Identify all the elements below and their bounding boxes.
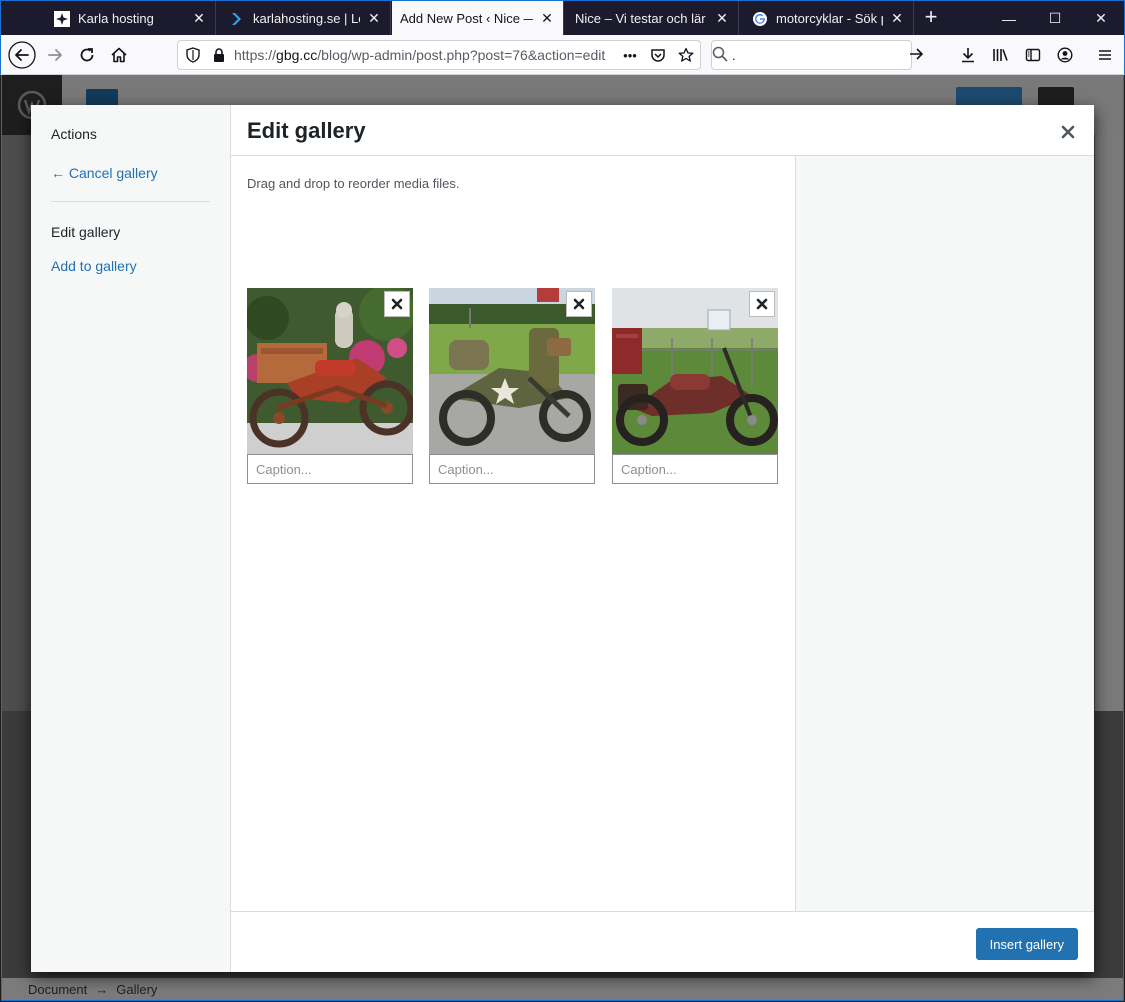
- reorder-instructions: Drag and drop to reorder media files.: [247, 176, 460, 191]
- insert-gallery-button[interactable]: Insert gallery: [975, 928, 1078, 960]
- close-icon[interactable]: ✕: [366, 10, 382, 27]
- downloads-icon[interactable]: [952, 39, 984, 71]
- remove-attachment-close-icon[interactable]: [750, 292, 774, 316]
- tab-title: Add New Post ‹ Nice — WordPress: [400, 11, 533, 26]
- menu-separator: [51, 201, 210, 202]
- close-icon[interactable]: ✕: [191, 10, 207, 27]
- breadcrumb-gallery[interactable]: Gallery: [116, 982, 157, 997]
- url-host: gbg.cc: [276, 47, 318, 63]
- browser-nav-bar: https://gbg.cc/blog/wp-admin/post.php?po…: [0, 35, 1125, 75]
- pocket-icon[interactable]: [644, 47, 672, 63]
- browser-tab-bar: Karla hosting ✕ karlahosting.se | Login …: [0, 0, 1125, 36]
- media-menu: Actions ← Cancel gallery Edit gallery Ad…: [31, 105, 231, 972]
- search-input[interactable]: [732, 47, 908, 63]
- url-text[interactable]: https://gbg.cc/blog/wp-admin/post.php?po…: [234, 47, 616, 63]
- remove-attachment-close-icon[interactable]: [567, 292, 591, 316]
- karla-favicon-icon: [54, 10, 70, 27]
- gallery-attachment[interactable]: [612, 288, 778, 485]
- tab-title: karlahosting.se | Login: [253, 11, 360, 26]
- tab-google-search[interactable]: motorcyklar - Sök på Google ✕: [740, 1, 914, 36]
- close-icon[interactable]: ✕: [714, 10, 730, 27]
- url-bar[interactable]: https://gbg.cc/blog/wp-admin/post.php?po…: [177, 40, 701, 70]
- more-actions-icon[interactable]: •••: [616, 48, 644, 63]
- search-icon: [712, 46, 728, 65]
- search-go-arrow-icon[interactable]: [908, 46, 924, 65]
- modal-title: Edit gallery: [247, 118, 366, 143]
- tab-nice-vi-testar[interactable]: Nice – Vi testar och lär oss ✕: [565, 1, 739, 36]
- gallery-content: Drag and drop to reorder media files.: [231, 156, 795, 911]
- new-tab-icon[interactable]: +: [919, 6, 943, 30]
- close-icon[interactable]: ✕: [539, 10, 555, 27]
- gallery-attachment[interactable]: [429, 288, 595, 485]
- caption-input[interactable]: [429, 454, 595, 484]
- tab-add-new-post[interactable]: Add New Post ‹ Nice — WordPress ✕: [392, 1, 564, 36]
- close-icon[interactable]: [1053, 117, 1083, 147]
- modal-toolbar: Insert gallery: [231, 911, 1094, 972]
- url-path: /blog/wp-admin/post.php?post=76&action=e…: [317, 47, 606, 63]
- gallery-attachment[interactable]: [247, 288, 413, 485]
- gallery-settings-sidebar: [795, 156, 1094, 911]
- url-prefix: https://: [234, 47, 277, 63]
- tab-karlahosting-login[interactable]: karlahosting.se | Login ✕: [217, 1, 391, 36]
- chevron-favicon-icon: [229, 11, 245, 27]
- hamburger-menu-icon[interactable]: [1089, 39, 1121, 71]
- google-favicon-icon: [752, 11, 768, 27]
- forward-icon[interactable]: [39, 39, 71, 71]
- lock-icon[interactable]: [208, 47, 230, 63]
- edit-gallery-modal: Actions ← Cancel gallery Edit gallery Ad…: [31, 105, 1094, 972]
- library-icon[interactable]: [985, 39, 1017, 71]
- tab-karla-hosting[interactable]: Karla hosting ✕: [42, 1, 216, 36]
- block-breadcrumb: Document → Gallery: [2, 978, 1123, 1000]
- account-icon[interactable]: [1049, 39, 1081, 71]
- maximize-icon[interactable]: ☐: [1032, 1, 1078, 36]
- breadcrumb-arrow-icon: →: [95, 982, 109, 997]
- tab-title: motorcyklar - Sök på Google: [776, 11, 883, 26]
- sidebar-toggle-icon[interactable]: [1017, 39, 1049, 71]
- breadcrumb-document[interactable]: Document: [28, 982, 87, 997]
- caption-input[interactable]: [247, 454, 413, 484]
- tab-title: Karla hosting: [78, 11, 154, 26]
- tab-title: Nice – Vi testar och lär oss: [575, 11, 708, 26]
- caption-input[interactable]: [612, 454, 778, 484]
- window-close-icon[interactable]: ✕: [1078, 1, 1124, 36]
- menu-item-edit-gallery[interactable]: Edit gallery: [51, 224, 120, 240]
- remove-attachment-close-icon[interactable]: [385, 292, 409, 316]
- reload-icon[interactable]: [71, 39, 103, 71]
- cancel-gallery-link[interactable]: ← Cancel gallery: [51, 165, 158, 181]
- home-icon[interactable]: [103, 39, 135, 71]
- close-icon[interactable]: ✕: [889, 10, 905, 27]
- search-bar[interactable]: [711, 40, 924, 70]
- bookmark-star-icon[interactable]: [672, 47, 700, 63]
- minimize-icon[interactable]: —: [986, 1, 1032, 36]
- menu-heading: Actions: [51, 126, 97, 142]
- modal-header: Edit gallery: [231, 105, 1094, 156]
- back-icon[interactable]: [6, 39, 38, 71]
- shield-icon[interactable]: [182, 47, 204, 63]
- menu-item-add-to-gallery[interactable]: Add to gallery: [51, 258, 137, 274]
- wp-settings-sidebar: [1095, 135, 1123, 785]
